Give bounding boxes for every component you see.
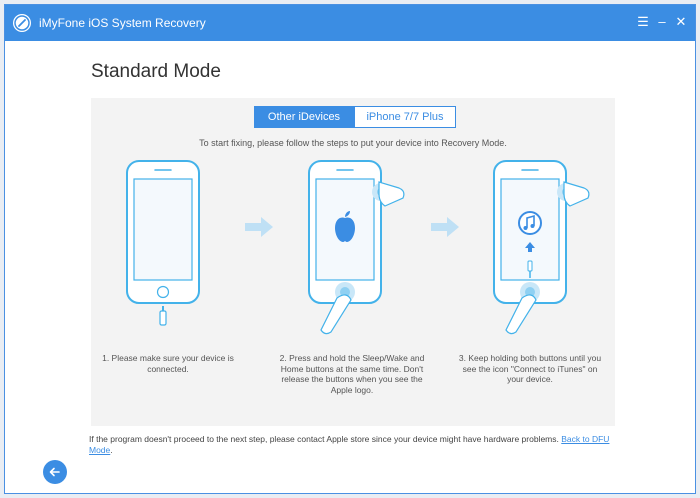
footer-period: .: [110, 445, 113, 455]
tab-iphone-7[interactable]: iPhone 7/7 Plus: [354, 106, 456, 128]
device-tabs: Other iDevices iPhone 7/7 Plus: [254, 106, 456, 128]
back-button[interactable]: [43, 460, 67, 484]
step-1-text: 1. Please make sure your device is conne…: [102, 353, 234, 374]
page-title: Standard Mode: [91, 61, 221, 82]
menu-icon[interactable]: ☰: [635, 14, 651, 30]
footer-note: If the program doesn't proceed to the ne…: [89, 434, 619, 456]
arrow-left-icon: [49, 467, 60, 477]
apple-logo-icon: [308, 160, 405, 335]
app-window: iMyFone iOS System Recovery ☰ – ✕ Standa…: [4, 4, 696, 494]
tab-other-idevices[interactable]: Other iDevices: [254, 106, 354, 128]
close-icon[interactable]: ✕: [673, 14, 689, 30]
instruction-text: To start fixing, please follow the steps…: [199, 138, 507, 148]
itunes-icon: [493, 160, 590, 335]
step-3-text: 3. Keep holding both buttons until you s…: [458, 353, 602, 384]
window-title: iMyFone iOS System Recovery: [39, 16, 206, 30]
minimize-icon[interactable]: –: [654, 14, 670, 30]
arrow-right-icon: [431, 217, 459, 237]
instruction-panel: Other iDevices iPhone 7/7 Plus To start …: [91, 98, 615, 426]
phone-cable-icon: [126, 160, 200, 326]
footer-note-text: If the program doesn't proceed to the ne…: [89, 434, 559, 444]
step-2-text: 2. Press and hold the Sleep/Wake and Hom…: [279, 353, 425, 395]
arrow-right-icon: [245, 217, 273, 237]
title-bar: iMyFone iOS System Recovery ☰ – ✕: [5, 5, 695, 41]
app-logo-icon: [13, 14, 31, 32]
